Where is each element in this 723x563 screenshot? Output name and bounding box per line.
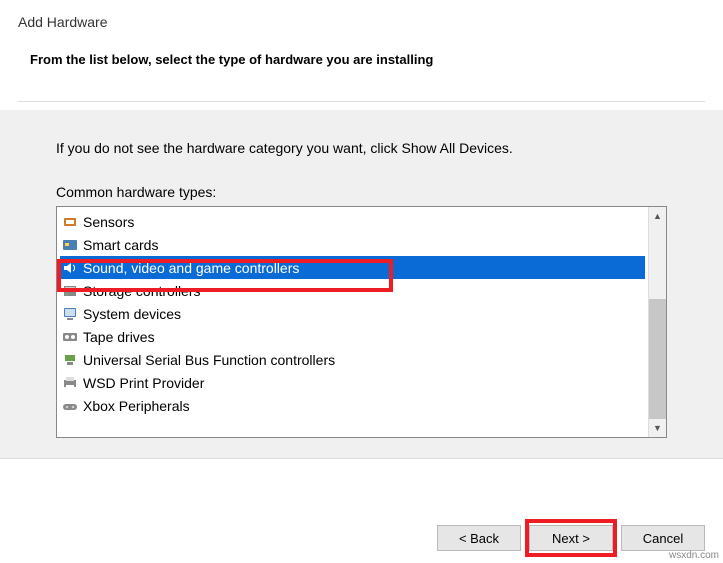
list-item-label: Smart cards (83, 237, 158, 253)
scroll-up-icon[interactable]: ▲ (649, 207, 666, 225)
list-item[interactable]: WSD Print Provider (60, 371, 645, 394)
list-item-label: Storage controllers (83, 283, 201, 299)
scroll-thumb[interactable] (649, 299, 666, 419)
page-subtitle: From the list below, select the type of … (30, 52, 705, 67)
usb-icon (62, 352, 78, 368)
cancel-button[interactable]: Cancel (621, 525, 705, 551)
tape-icon (62, 329, 78, 345)
list-label: Common hardware types: (56, 184, 667, 200)
list-item[interactable]: Universal Serial Bus Function controller… (60, 348, 645, 371)
xbox-icon (62, 398, 78, 414)
list-item-label: Tape drives (83, 329, 155, 345)
list-item-label: Universal Serial Bus Function controller… (83, 352, 335, 368)
list-item[interactable]: Xbox Peripherals (60, 394, 645, 417)
list-item[interactable]: System devices (60, 302, 645, 325)
smartcard-icon (62, 237, 78, 253)
list-item[interactable]: Smart cards (60, 233, 645, 256)
list-item[interactable]: Tape drives (60, 325, 645, 348)
list-item-label: Sensors (83, 214, 134, 230)
list-item[interactable]: Sound, video and game controllers (60, 256, 645, 279)
storage-icon (62, 283, 78, 299)
sensor-icon (62, 214, 78, 230)
scroll-down-icon[interactable]: ▼ (649, 419, 666, 437)
button-bar: < Back Next > Cancel (0, 519, 723, 557)
window-title: Add Hardware (18, 14, 705, 30)
printer-icon (62, 375, 78, 391)
hint-text: If you do not see the hardware category … (56, 140, 667, 156)
next-button[interactable]: Next > (529, 525, 613, 551)
list-item[interactable]: Storage controllers (60, 279, 645, 302)
list-item-label: Sound, video and game controllers (83, 260, 299, 276)
scrollbar[interactable]: ▲ ▼ (648, 207, 666, 437)
list-item-label: Xbox Peripherals (83, 398, 190, 414)
list-item-label: WSD Print Provider (83, 375, 204, 391)
list-item[interactable]: Sensors (60, 210, 645, 233)
back-button[interactable]: < Back (437, 525, 521, 551)
watermark: wsxdn.com (669, 550, 719, 561)
divider (18, 101, 705, 102)
list-item-label: System devices (83, 306, 181, 322)
hardware-listbox[interactable]: Sensors Smart cards Sound, video and game … (56, 206, 667, 438)
speaker-icon (62, 260, 78, 276)
computer-icon (62, 306, 78, 322)
